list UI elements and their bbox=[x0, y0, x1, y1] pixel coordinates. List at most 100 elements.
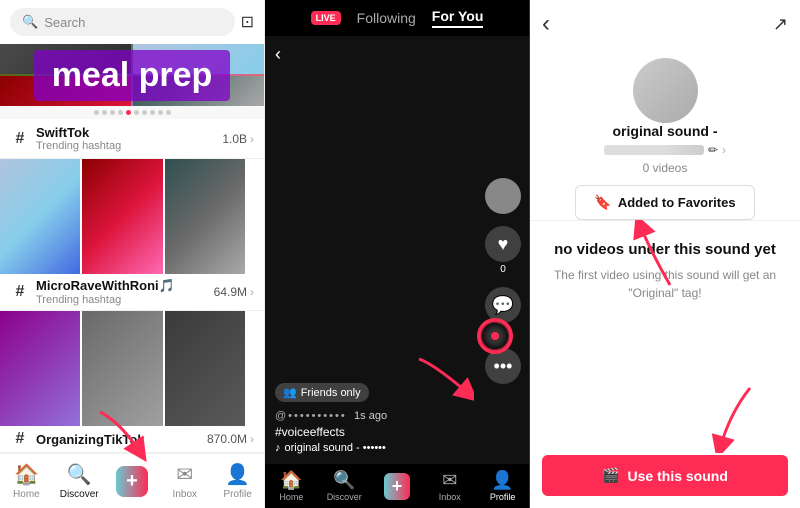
dots-row bbox=[0, 106, 264, 119]
discover-icon: 🔍 bbox=[67, 462, 92, 487]
use-sound-wrap: 🎬 Use this sound bbox=[530, 443, 800, 508]
mid-nav-profile[interactable]: 👤 Profile bbox=[476, 470, 529, 502]
dot bbox=[102, 110, 107, 115]
back-button[interactable]: ‹ bbox=[542, 10, 550, 38]
nav-item-create[interactable]: + bbox=[106, 466, 159, 497]
mid-nav-inbox[interactable]: ✉ Inbox bbox=[423, 470, 476, 502]
mid-nav-discover[interactable]: 🔍 Discover bbox=[318, 470, 371, 502]
music-icon: ♪ bbox=[275, 442, 281, 454]
dot bbox=[166, 110, 171, 115]
trend-count: 870.0M › bbox=[207, 432, 254, 446]
dot bbox=[110, 110, 115, 115]
dot bbox=[150, 110, 155, 115]
search-bar: 🔍 Search ⊡ bbox=[0, 0, 264, 44]
thumbnail bbox=[165, 311, 245, 426]
fav-btn-container: 🔖 Added to Favorites bbox=[530, 185, 800, 220]
trend-sub: Trending hashtag bbox=[36, 140, 222, 152]
fav-btn-label: Added to Favorites bbox=[618, 195, 736, 210]
sound-line: ♪ original sound - •••••• bbox=[275, 442, 519, 454]
nav-item-inbox[interactable]: ✉ Inbox bbox=[158, 462, 211, 500]
trend-left: # MicroRaveWithRoni🎵 Trending hashtag bbox=[10, 278, 214, 306]
sound-title: original sound - bbox=[613, 123, 718, 139]
no-videos-subtitle: The first video using this sound will ge… bbox=[550, 266, 780, 302]
thumbnail bbox=[165, 159, 245, 274]
trend-left: # OrganizingTikTok bbox=[10, 430, 207, 448]
nav-item-home[interactable]: 🏠 Home bbox=[0, 462, 53, 500]
avatar bbox=[485, 178, 521, 214]
trend-name: MicroRaveWithRoni🎵 bbox=[36, 278, 214, 294]
mid-nav-create[interactable]: + bbox=[371, 473, 424, 500]
hashtag-icon: # bbox=[10, 130, 30, 148]
home-icon: 🏠 bbox=[280, 470, 302, 491]
trend-name: OrganizingTikTok bbox=[36, 432, 207, 447]
tab-foryou[interactable]: For You bbox=[432, 8, 484, 28]
expand-icon[interactable]: ⊡ bbox=[241, 12, 254, 32]
search-icon: 🔍 bbox=[22, 14, 38, 30]
added-to-favorites-button[interactable]: 🔖 Added to Favorites bbox=[575, 185, 754, 220]
edit-icon[interactable]: ✏ bbox=[708, 143, 718, 157]
nav-item-discover[interactable]: 🔍 Discover bbox=[53, 462, 106, 500]
sound-avatar bbox=[633, 58, 698, 123]
sound-creator-row: ✏ › bbox=[604, 143, 726, 157]
trend-left: # SwiftTok Trending hashtag bbox=[10, 125, 222, 152]
friends-label: Friends only bbox=[301, 387, 361, 399]
thumbnail bbox=[0, 311, 80, 426]
inbox-icon: ✉ bbox=[442, 470, 457, 491]
trend-item-microravewithroni[interactable]: # MicroRaveWithRoni🎵 Trending hashtag 64… bbox=[0, 159, 264, 311]
mid-header: LIVE Following For You bbox=[265, 0, 529, 36]
dot bbox=[142, 110, 147, 115]
profile-icon: 👤 bbox=[491, 470, 513, 491]
dot bbox=[94, 110, 99, 115]
trend-info: MicroRaveWithRoni🎵 Trending hashtag bbox=[36, 278, 214, 306]
nav-label-discover: Discover bbox=[60, 489, 99, 500]
camera-icon: 🎬 bbox=[602, 467, 619, 484]
username: @•••••••••• bbox=[275, 410, 347, 422]
vinyl-icon bbox=[477, 318, 513, 354]
hashtag-icon: # bbox=[10, 283, 30, 301]
like-button[interactable]: ♥ 0 bbox=[485, 226, 521, 275]
dot bbox=[158, 110, 163, 115]
trend-item-organizingtiktok[interactable]: # OrganizingTikTok 870.0M › bbox=[0, 311, 264, 453]
nav-item-profile[interactable]: 👤 Profile bbox=[211, 462, 264, 500]
trend-info: SwiftTok Trending hashtag bbox=[36, 125, 222, 152]
mid-bottom-nav: 🏠 Home 🔍 Discover + ✉ Inbox 👤 Profile bbox=[265, 464, 529, 508]
mid-overlay: 👥 Friends only @•••••••••• 1s ago #voice… bbox=[265, 373, 529, 464]
tab-following[interactable]: Following bbox=[357, 10, 416, 26]
chevron-right-icon: › bbox=[250, 285, 254, 299]
vinyl-center bbox=[491, 332, 499, 340]
nav-label-profile: Profile bbox=[223, 489, 251, 500]
right-header: ‹ ↗ bbox=[530, 0, 800, 48]
trend-count: 64.9M › bbox=[214, 285, 254, 299]
home-icon: 🏠 bbox=[14, 462, 39, 487]
time-ago: 1s ago bbox=[354, 410, 387, 422]
use-this-sound-button[interactable]: 🎬 Use this sound bbox=[542, 455, 788, 496]
sound-name: original sound - •••••• bbox=[285, 442, 386, 454]
mid-nav-home[interactable]: 🏠 Home bbox=[265, 470, 318, 502]
friends-badge: 👥 Friends only bbox=[275, 383, 369, 402]
mid-video-content: ‹ ♥ 0 💬 0 ••• bbox=[265, 36, 529, 464]
nav-label-inbox: Inbox bbox=[173, 489, 197, 500]
trend-item-swifttok[interactable]: # SwiftTok Trending hashtag 1.0B › bbox=[0, 119, 264, 159]
mid-panel: LIVE Following For You ‹ ♥ 0 💬 0 ••• bbox=[265, 0, 530, 508]
search-placeholder: Search bbox=[44, 15, 85, 30]
nav-label: Profile bbox=[490, 492, 516, 502]
nav-label: Inbox bbox=[439, 492, 461, 502]
share-button[interactable]: ↗ bbox=[773, 14, 788, 35]
right-panel: ‹ ↗ original sound - ✏ › 0 videos 🔖 Adde… bbox=[530, 0, 800, 508]
left-panel: 🔍 Search ⊡ meal prep bbox=[0, 0, 265, 508]
trend-thumbnails bbox=[0, 311, 245, 426]
chevron-right-icon: › bbox=[250, 132, 254, 146]
trend-info: OrganizingTikTok bbox=[36, 432, 207, 447]
creator-name-bar bbox=[604, 145, 704, 155]
no-videos-title: no videos under this sound yet bbox=[550, 241, 780, 258]
trend-sub: Trending hashtag bbox=[36, 294, 214, 306]
live-badge: LIVE bbox=[311, 11, 341, 25]
banner: meal prep bbox=[0, 44, 264, 106]
sound-profile: original sound - ✏ › 0 videos bbox=[530, 48, 800, 185]
no-videos-section: no videos under this sound yet The first… bbox=[530, 220, 800, 443]
trend-thumbnails bbox=[0, 159, 245, 274]
search-input[interactable]: 🔍 Search bbox=[10, 8, 235, 36]
user-avatar-action[interactable] bbox=[485, 178, 521, 214]
nav-label: Home bbox=[279, 492, 303, 502]
bookmark-icon: 🔖 bbox=[594, 194, 611, 211]
